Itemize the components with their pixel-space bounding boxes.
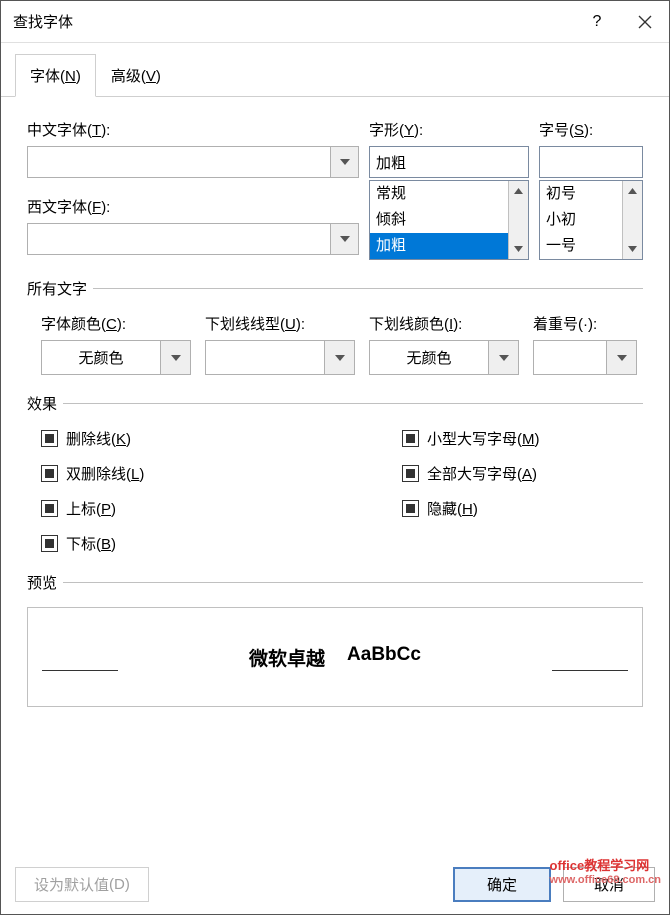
font-size-col: 字号(S): 初号 小初 一号 [539,119,643,260]
hidden-checkbox[interactable]: 隐藏(H) [402,498,643,519]
scroll-down-icon[interactable] [509,239,528,259]
set-default-button[interactable]: 设为默认值(D) [15,867,149,902]
font-color-drop[interactable] [160,341,190,374]
size-input-box[interactable] [539,146,643,178]
allcaps-checkbox[interactable]: 全部大写字母(A) [402,463,643,484]
style-input-box[interactable] [369,146,529,178]
checkbox-icon [41,430,58,447]
font-color-label: 字体颜色(C): [41,313,191,334]
cn-font-combo[interactable] [27,146,359,178]
titlebar: 查找字体 ? [1,1,669,43]
size-input[interactable] [540,147,670,177]
all-text-group: 所有文字 字体颜色(C): 无颜色 下划线线型(U): [27,278,643,375]
underline-color-label: 下划线颜色(I): [369,313,519,334]
checkbox-icon [402,430,419,447]
preview-box: 微软卓越 AaBbCc [27,607,643,707]
find-font-dialog: 查找字体 ? 字体(N) 高级(V) 中文字体(T): [0,0,670,915]
ok-button[interactable]: 确定 [453,867,551,902]
style-option-italic[interactable]: 倾斜 [370,207,508,233]
checkbox-icon [41,535,58,552]
font-color-combo[interactable]: 无颜色 [41,340,191,375]
font-style-col: 字形(Y): 常规 倾斜 加粗 [369,119,529,260]
dstrike-checkbox[interactable]: 双删除线(L) [41,463,282,484]
watermark: office教程学习网 www.office68.com.cn [550,855,661,886]
font-family-col: 中文字体(T): 西文字体(F): [27,119,359,260]
chevron-down-icon [171,355,181,361]
preview-label: 预览 [27,572,643,593]
west-font-input[interactable] [28,224,330,254]
dialog-title: 查找字体 [13,11,573,32]
font-top-row: 中文字体(T): 西文字体(F): [27,119,643,260]
super-checkbox[interactable]: 上标(P) [41,498,282,519]
style-scrollbar[interactable] [508,181,528,259]
scroll-up-icon[interactable] [509,181,528,201]
style-option-bold[interactable]: 加粗 [370,233,508,259]
chevron-down-icon [617,355,627,361]
west-font-label: 西文字体(F): [27,196,359,217]
all-text-label: 所有文字 [27,278,643,299]
size-option-1[interactable]: 小初 [540,207,622,233]
style-listbox[interactable]: 常规 倾斜 加粗 [369,180,529,260]
emphasis-combo[interactable] [533,340,637,375]
chevron-down-icon [499,355,509,361]
help-button[interactable]: ? [573,2,621,41]
size-label: 字号(S): [539,119,643,140]
scroll-down-icon[interactable] [623,239,642,259]
size-scrollbar[interactable] [622,181,642,259]
west-font-combo[interactable] [27,223,359,255]
preview-sample: 微软卓越 AaBbCc [249,644,421,671]
smallcaps-checkbox[interactable]: 小型大写字母(M) [402,428,643,449]
checkbox-icon [402,500,419,517]
emphasis-label: 着重号(·): [533,313,637,334]
sub-checkbox[interactable]: 下标(B) [41,533,282,554]
chevron-down-icon [335,355,345,361]
effects-group: 效果 删除线(K) 双删除线(L) 上标(P) [27,393,643,554]
size-listbox[interactable]: 初号 小初 一号 [539,180,643,260]
dialog-body: 中文字体(T): 西文字体(F): [1,97,669,858]
tab-font[interactable]: 字体(N) [15,54,96,97]
underline-style-drop[interactable] [324,341,354,374]
size-option-0[interactable]: 初号 [540,181,622,207]
style-label: 字形(Y): [369,119,529,140]
underline-style-label: 下划线线型(U): [205,313,355,334]
close-button[interactable] [621,2,669,41]
close-icon [638,15,652,29]
chevron-down-icon [340,236,350,242]
west-font-drop[interactable] [330,224,358,254]
checkbox-icon [41,500,58,517]
checkbox-icon [402,465,419,482]
tab-strip: 字体(N) 高级(V) [1,43,669,97]
underline-style-combo[interactable] [205,340,355,375]
strike-checkbox[interactable]: 删除线(K) [41,428,282,449]
style-option-regular[interactable]: 常规 [370,181,508,207]
cn-font-label: 中文字体(T): [27,119,359,140]
preview-group: 预览 微软卓越 AaBbCc [27,572,643,707]
tab-advanced[interactable]: 高级(V) [96,54,176,97]
size-option-2[interactable]: 一号 [540,233,622,259]
scroll-up-icon[interactable] [623,181,642,201]
underline-color-combo[interactable]: 无颜色 [369,340,519,375]
cn-font-drop[interactable] [330,147,358,177]
checkbox-icon [41,465,58,482]
emphasis-drop[interactable] [606,341,636,374]
chevron-down-icon [340,159,350,165]
cn-font-input[interactable] [28,147,330,177]
effects-label: 效果 [27,393,643,414]
underline-color-drop[interactable] [488,341,518,374]
